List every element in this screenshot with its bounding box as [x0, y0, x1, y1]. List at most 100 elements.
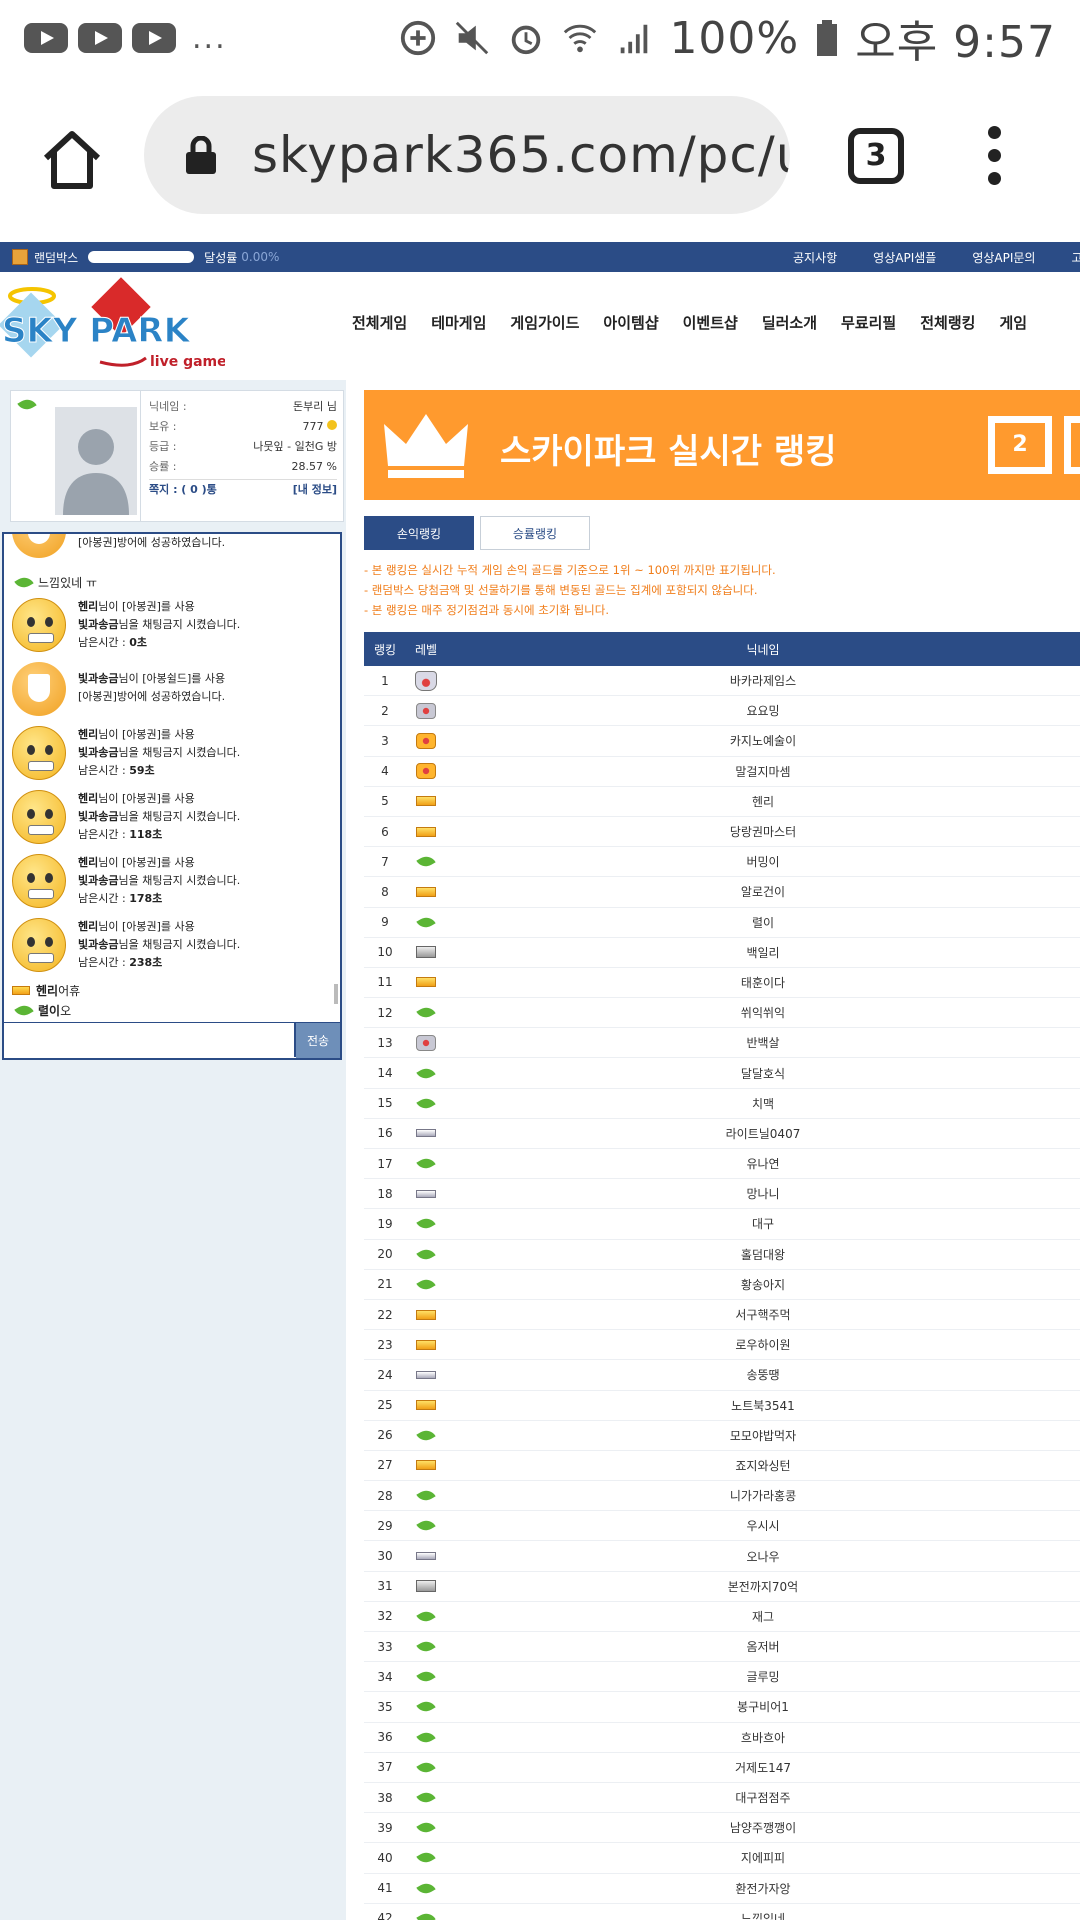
nickname-cell[interactable]: 환전가자앙 [446, 1880, 1080, 1897]
rank-cell: 37 [377, 1760, 393, 1775]
nickname-cell[interactable]: 황송아지 [446, 1276, 1080, 1293]
nickname-cell[interactable]: 렬이 [446, 914, 1080, 931]
rank-cell: 8 [381, 884, 389, 899]
chat-text: 느낌있네 ㅠ [38, 576, 98, 590]
nav-all-games[interactable]: 전체게임 [352, 312, 407, 333]
nav-game-more[interactable]: 게임 [999, 312, 1027, 333]
video-api-sample-link[interactable]: 영상API샘플 [873, 249, 936, 266]
address-bar[interactable]: skypark365.com/pc/use [144, 96, 790, 214]
tab-profit-ranking[interactable]: 손익랭킹 [364, 516, 474, 550]
nickname-cell[interactable]: 태훈이다 [446, 974, 1080, 991]
level-cell [406, 1517, 446, 1535]
nav-item-shop[interactable]: 아이템샵 [603, 312, 658, 333]
level-cell [406, 1580, 446, 1593]
nickname-cell[interactable]: 홀덤대왕 [446, 1246, 1080, 1263]
nickname-cell[interactable]: 유나연 [446, 1155, 1080, 1172]
nickname-cell[interactable]: 거제도147 [446, 1759, 1080, 1776]
status-right: 100% 오후 9:57 [399, 6, 1056, 70]
youtube-icon [78, 23, 122, 53]
nickname-cell[interactable]: 쒸익쒸익 [446, 1004, 1080, 1021]
nickname-cell[interactable]: 모모야밥먹자 [446, 1427, 1080, 1444]
chat-text: 님을 채팅금지 시켰습니다. [118, 874, 241, 887]
nav-theme-games[interactable]: 테마게임 [431, 312, 486, 333]
level-leaf-icon [416, 1728, 436, 1746]
level-leaf-icon [416, 1637, 436, 1656]
nickname-cell[interactable]: 반백살 [446, 1034, 1080, 1051]
nickname-cell[interactable]: 흐바흐아 [446, 1729, 1080, 1746]
nickname-cell[interactable]: 알로건이 [446, 883, 1080, 900]
nickname-cell[interactable]: 봉구비어1 [446, 1698, 1080, 1715]
nickname-cell[interactable]: 니가가라홍콩 [446, 1487, 1080, 1504]
skypark-logo[interactable]: SKY PARK live games [0, 276, 225, 376]
level-cell [406, 852, 446, 871]
url-text: skypark365.com/pc/use [252, 126, 790, 184]
chat-message: 헨리님이 [아봉권]를 사용 빛과송금님을 채팅금지 시켰습니다. 남은시간 : 1… [12, 854, 318, 908]
level-cell [406, 1370, 446, 1379]
nickname-cell[interactable]: 옴저버 [446, 1638, 1080, 1655]
top-link-4[interactable]: 고 [1071, 249, 1080, 266]
notice-link[interactable]: 공지사항 [793, 249, 837, 266]
nav-free-refill[interactable]: 무료리필 [841, 312, 896, 333]
note-line: - 본 랭킹은 실시간 누적 게임 손익 골드를 기준으로 1위 ~ 100위 … [364, 563, 776, 577]
level-leaf-icon [416, 1849, 436, 1867]
nickname-cell[interactable]: 백일리 [446, 944, 1080, 961]
top-links: 공지사항 영상API샘플 영상API문의 고 [793, 242, 1080, 272]
nickname-cell[interactable]: 말걸지마셈 [446, 763, 1080, 780]
random-box-label[interactable]: 랜덤박스 [34, 249, 78, 266]
nickname-cell[interactable]: 버밍이 [446, 853, 1080, 870]
nav-dealers[interactable]: 딜러소개 [762, 312, 817, 333]
chat-text: 님을 채팅금지 시켰습니다. [118, 938, 241, 951]
nickname-cell[interactable]: 글루밍 [446, 1668, 1080, 1685]
chat-panel: [아봉권]방어에 성공하였습니다. 느낌있네 ㅠ 헨리님이 [아봉권]를 사용 빛… [2, 532, 342, 1060]
chat-scrollbar[interactable] [334, 984, 338, 1004]
send-button[interactable]: 전송 [296, 1023, 340, 1058]
nickname-cell[interactable]: 헨리 [446, 793, 1080, 810]
nickname-cell[interactable]: 달달호식 [446, 1065, 1080, 1082]
nickname-cell[interactable]: 죠지와싱턴 [446, 1457, 1080, 1474]
video-api-inquiry-link[interactable]: 영상API문의 [972, 249, 1035, 266]
nickname-cell[interactable]: 재그 [446, 1608, 1080, 1625]
tab-win-ranking[interactable]: 승률랭킹 [480, 516, 590, 550]
rank-cell: 32 [377, 1609, 393, 1624]
message-count-link[interactable]: 쪽지 : ( 0 )통 [149, 480, 217, 499]
nickname-cell[interactable]: 바카라제임스 [446, 672, 1080, 689]
nickname-cell[interactable]: 송뚱땡 [446, 1366, 1080, 1383]
nickname-cell[interactable]: 노트북3541 [446, 1397, 1080, 1414]
muzzle-emoji-icon [12, 726, 66, 780]
crown-icon [384, 414, 468, 478]
level-leaf-icon [416, 1486, 436, 1505]
col-level: 레벨 [414, 642, 438, 657]
content-area: 닉네임 : 돈부리 님 보유 : 777 등급 : 나뭇잎 - 일천G 방 승률 : 2… [0, 380, 1080, 1920]
nickname-cell[interactable]: 대구 [446, 1215, 1080, 1232]
nickname-cell[interactable]: 우시시 [446, 1517, 1080, 1534]
nickname-cell[interactable]: 서구핵주먹 [446, 1306, 1080, 1323]
nickname-cell[interactable]: 대구점점주 [446, 1789, 1080, 1806]
level-cell [406, 1003, 446, 1022]
nickname-cell[interactable]: 오나우 [446, 1548, 1080, 1565]
nickname-cell[interactable]: 로우하이원 [446, 1336, 1080, 1353]
nickname-cell[interactable]: 치맥 [446, 1095, 1080, 1112]
nav-event-shop[interactable]: 이벤트샵 [683, 312, 738, 333]
level-gold-icon [416, 1400, 436, 1411]
nickname-cell[interactable]: 남양주깽깽이 [446, 1819, 1080, 1836]
nickname-cell[interactable]: 망나니 [446, 1185, 1080, 1202]
nickname-cell[interactable]: 당랑권마스터 [446, 823, 1080, 840]
home-icon[interactable] [40, 128, 104, 192]
nickname-cell[interactable]: 느낌있네 [446, 1910, 1080, 1920]
chat-input[interactable] [4, 1023, 296, 1057]
mute-icon [456, 21, 489, 55]
menu-icon[interactable] [988, 126, 1002, 186]
nickname-cell[interactable]: 요요밍 [446, 702, 1080, 719]
tab-switcher-button[interactable]: 3 [848, 128, 904, 184]
table-row: 42 느낌있네 [364, 1904, 1080, 1920]
nickname-cell[interactable]: 본전까지70억 [446, 1578, 1080, 1595]
nav-game-guide[interactable]: 게임가이드 [510, 312, 579, 333]
my-info-link[interactable]: [내 정보] [293, 480, 337, 499]
chat-messages[interactable]: [아봉권]방어에 성공하였습니다. 느낌있네 ㅠ 헨리님이 [아봉권]를 사용 빛… [4, 534, 340, 1020]
site-header: SKY PARK live games 전체게임 테마게임 게임가이드 아이템샵… [0, 272, 1080, 380]
muzzle-emoji-icon [12, 854, 66, 908]
nickname-cell[interactable]: 지에피피 [446, 1849, 1080, 1866]
nickname-cell[interactable]: 카지노예술이 [446, 732, 1080, 749]
nav-all-ranking[interactable]: 전체랭킹 [920, 312, 975, 333]
nickname-cell[interactable]: 라이트닐0407 [446, 1125, 1080, 1142]
